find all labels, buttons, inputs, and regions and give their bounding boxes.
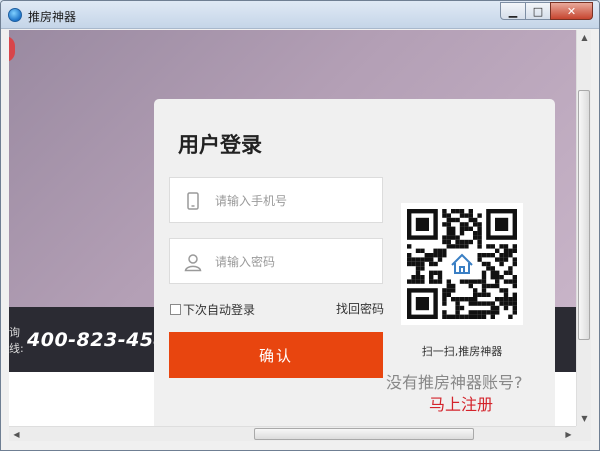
minimize-button[interactable]: ▁ xyxy=(500,2,526,20)
hotline-label-top: 询 xyxy=(9,326,20,339)
title-bar[interactable]: 推房神器 ▁ □ ✕ xyxy=(1,1,599,29)
login-card: 用户登录 下次自动登录 找回密码 确认 xyxy=(154,99,555,426)
hotline-label-bottom: 线: xyxy=(9,342,24,355)
password-field[interactable] xyxy=(169,238,383,284)
vertical-scroll-thumb[interactable] xyxy=(578,90,590,340)
app-window: 推房神器 ▁ □ ✕ 询 线: 400-823-4546 用户登录 请输入手机号… xyxy=(0,0,600,451)
maximize-button[interactable]: □ xyxy=(525,2,551,20)
scroll-left-icon[interactable]: ◀ xyxy=(9,427,24,442)
auto-login-checkbox[interactable] xyxy=(170,304,181,315)
window-title: 推房神器 xyxy=(28,10,77,24)
login-title: 用户登录 xyxy=(178,133,262,157)
scroll-up-icon[interactable]: ▲ xyxy=(577,30,592,45)
password-input[interactable] xyxy=(215,251,375,273)
close-button[interactable]: ✕ xyxy=(550,2,593,20)
scroll-down-icon[interactable]: ▼ xyxy=(577,411,592,426)
no-account-text: 没有推房神器账号? xyxy=(386,373,523,392)
phone-field[interactable] xyxy=(169,177,383,223)
qr-caption: 扫一扫,推房神器 xyxy=(421,345,503,358)
app-logo-icon xyxy=(8,8,22,22)
qr-code xyxy=(401,203,523,325)
confirm-button[interactable]: 确认 xyxy=(169,332,383,378)
phone-icon xyxy=(187,192,199,210)
resize-grip[interactable] xyxy=(576,426,591,441)
horizontal-scrollbar[interactable]: ◀ ▶ xyxy=(9,426,576,441)
user-icon xyxy=(184,254,202,272)
scroll-right-icon[interactable]: ▶ xyxy=(561,427,576,442)
window-controls: ▁ □ ✕ xyxy=(500,2,593,20)
banner-decoration xyxy=(9,36,15,62)
main-content: 询 线: 400-823-4546 用户登录 请输入手机号 下次自动登录 找回密… xyxy=(9,30,576,426)
hotline-label: 询 线: xyxy=(9,325,24,357)
auto-login-option[interactable]: 下次自动登录 xyxy=(170,301,255,318)
forgot-password-link[interactable]: 找回密码 xyxy=(336,300,384,317)
register-link[interactable]: 马上注册 xyxy=(386,391,536,415)
phone-input[interactable] xyxy=(215,190,375,212)
auto-login-label: 下次自动登录 xyxy=(183,303,256,317)
vertical-scrollbar[interactable]: ▲ ▼ xyxy=(576,30,591,426)
horizontal-scroll-thumb[interactable] xyxy=(254,428,474,440)
